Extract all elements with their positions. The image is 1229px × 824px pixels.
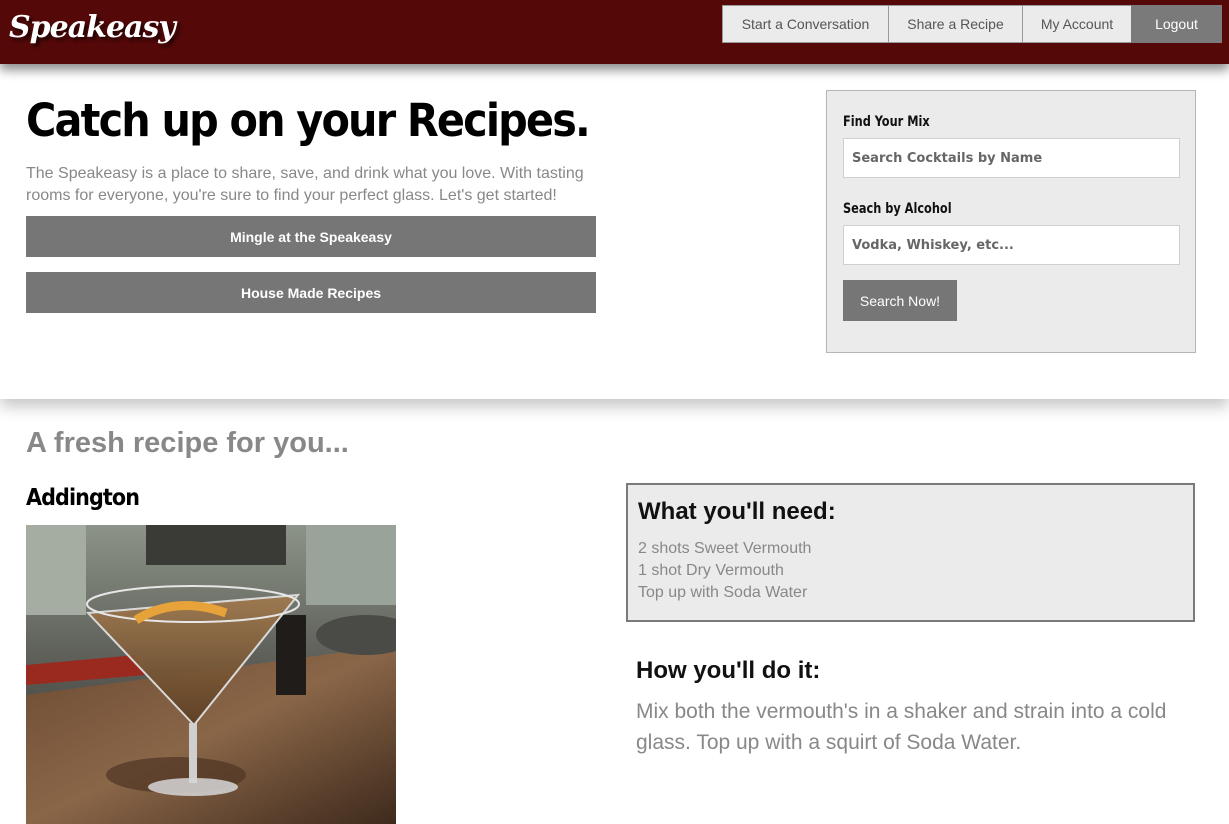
site-logo[interactable]: Speakeasy <box>9 10 176 45</box>
hero-description: The Speakeasy is a place to share, save,… <box>26 165 584 204</box>
cocktail-name-input[interactable] <box>843 138 1180 178</box>
mingle-button[interactable]: Mingle at the Speakeasy <box>26 216 596 257</box>
alcohol-label: Seach by Alcohol <box>843 201 952 217</box>
hero-section: Catch up on your Recipes. The Speakeasy … <box>0 64 1229 399</box>
nav-share-recipe[interactable]: Share a Recipe <box>888 5 1022 43</box>
house-recipes-button[interactable]: House Made Recipes <box>26 272 596 313</box>
instructions-title: How you'll do it: <box>636 657 821 684</box>
fresh-recipe-heading: A fresh recipe for you... <box>26 427 349 459</box>
recipe-name: Addington <box>26 485 140 511</box>
cocktail-photo <box>26 525 396 824</box>
search-panel: Find Your Mix Seach by Alcohol Search No… <box>826 90 1196 353</box>
recipe-section: A fresh recipe for you... Addington What… <box>0 399 1229 824</box>
top-navbar: Speakeasy Start a Conversation Share a R… <box>0 0 1229 64</box>
search-now-button[interactable]: Search Now! <box>843 280 957 321</box>
ingredient-item: 1 shot Dry Vermouth <box>638 562 784 579</box>
nav-logout[interactable]: Logout <box>1131 5 1222 43</box>
alcohol-input[interactable] <box>843 225 1180 265</box>
nav-my-account[interactable]: My Account <box>1022 5 1131 43</box>
main-nav: Start a Conversation Share a Recipe My A… <box>722 5 1222 43</box>
ingredients-box: What you'll need: 2 shots Sweet Vermouth… <box>626 483 1195 622</box>
nav-start-conversation[interactable]: Start a Conversation <box>722 5 888 43</box>
ingredient-item: 2 shots Sweet Vermouth <box>638 540 812 557</box>
instructions-text: Mix both the vermouth's in a shaker and … <box>636 700 1167 754</box>
find-mix-label: Find Your Mix <box>843 114 930 130</box>
ingredients-list: 2 shots Sweet Vermouth 1 shot Dry Vermou… <box>638 538 811 604</box>
ingredient-item: Top up with Soda Water <box>638 584 808 601</box>
hero-title: Catch up on your Recipes. <box>26 94 591 147</box>
ingredients-title: What you'll need: <box>638 498 836 525</box>
